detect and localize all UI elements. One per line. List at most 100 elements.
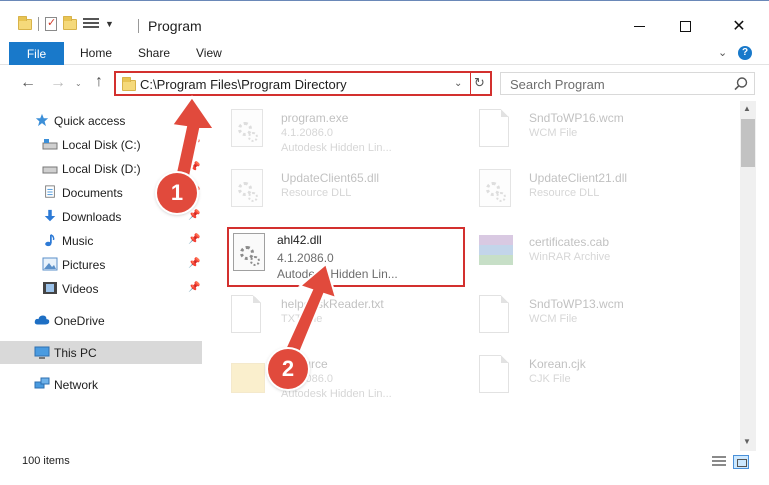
- file-name: UpdateClient65.dll: [281, 171, 380, 185]
- sidebar-item-label: Network: [54, 377, 99, 392]
- film-icon: [43, 282, 57, 294]
- view-options-icon[interactable]: [83, 18, 99, 30]
- sidebar-item-pictures[interactable]: Pictures 📌: [0, 253, 202, 276]
- file-tile-korean-cjk[interactable]: Korean.cjk CJK File: [473, 349, 713, 405]
- file-tile-updateclient65[interactable]: UpdateClient65.dll Resource DLL: [225, 163, 465, 219]
- file-type: WCM File: [529, 313, 578, 325]
- file-tile-sndtowp13[interactable]: SndToWP13.wcm WCM File: [473, 289, 713, 345]
- text-document-icon: [231, 295, 269, 339]
- ribbon: [0, 40, 769, 65]
- chevron-down-icon[interactable]: ⌄: [454, 78, 462, 89]
- chevron-down-icon[interactable]: ▼: [105, 19, 114, 29]
- address-path[interactable]: C:\Program Files\Program Directory: [140, 77, 347, 92]
- file-tile-program-exe[interactable]: program.exe 4.1.2086.0 Autodesk Hidden L…: [225, 103, 465, 159]
- refresh-icon[interactable]: ↻: [474, 75, 485, 91]
- file-name: Korean.cjk: [529, 357, 586, 371]
- folder-icon: [231, 355, 269, 399]
- address-bar[interactable]: C:\Program Files\Program Directory ⌄ ↻: [114, 71, 492, 96]
- pin-icon[interactable]: 📌: [188, 258, 200, 269]
- new-folder-icon[interactable]: [63, 15, 77, 30]
- file-name: SndToWP13.wcm: [529, 297, 624, 311]
- file-type: WinRAR Archive: [529, 251, 611, 263]
- callout-badge-1: 1: [157, 173, 197, 213]
- file-type: CJK File: [529, 373, 571, 385]
- details-view-icon[interactable]: [712, 456, 726, 468]
- sidebar-item-this-pc[interactable]: This PC: [0, 341, 202, 364]
- help-icon[interactable]: ?: [738, 46, 752, 60]
- close-icon: ✕: [732, 18, 746, 35]
- expand-ribbon-icon[interactable]: ⌄: [718, 46, 727, 59]
- document-icon: [479, 109, 517, 153]
- title-bar: ▼ Program ✕: [0, 0, 769, 40]
- tab-share[interactable]: Share: [138, 46, 170, 60]
- sidebar-item-label: OneDrive: [54, 313, 105, 328]
- cloud-icon: [34, 315, 50, 325]
- properties-icon[interactable]: [45, 16, 57, 31]
- drive-icon: [42, 139, 58, 150]
- file-tile-updateclient21[interactable]: UpdateClient21.dll Resource DLL: [473, 163, 713, 219]
- pictures-icon: [42, 257, 58, 271]
- star-icon: [35, 113, 49, 127]
- pin-icon[interactable]: 📌: [188, 234, 200, 245]
- sidebar-item-onedrive[interactable]: OneDrive: [0, 309, 202, 332]
- search-box[interactable]: Search Program: [500, 72, 755, 95]
- minimize-icon: [633, 25, 645, 27]
- tiles-view-icon[interactable]: [733, 455, 749, 469]
- application-icon: [231, 109, 269, 153]
- sidebar-item-network[interactable]: Network: [0, 373, 202, 396]
- documents-icon: [45, 185, 55, 198]
- maximize-icon: [679, 20, 691, 32]
- sidebar-item-label: Quick access: [54, 113, 126, 128]
- computer-icon: [34, 346, 50, 359]
- close-button[interactable]: ✕: [716, 11, 762, 41]
- vertical-scrollbar[interactable]: ▲ ▼: [740, 101, 756, 451]
- search-input[interactable]: Search Program: [510, 77, 605, 92]
- callout-badge-2: 2: [268, 349, 308, 389]
- minimize-button[interactable]: [616, 11, 662, 41]
- file-description: Autodesk Hidden Lin...: [281, 388, 392, 400]
- scroll-up-icon[interactable]: ▲: [743, 104, 751, 113]
- file-name: certificates.cab: [529, 235, 610, 249]
- file-name: UpdateClient21.dll: [529, 171, 628, 185]
- file-tile-certificates-cab[interactable]: certificates.cab WinRAR Archive: [473, 227, 713, 283]
- file-type: WCM File: [529, 127, 578, 139]
- item-count: 100 items: [22, 455, 70, 467]
- title-divider: [138, 19, 139, 33]
- sidebar-item-videos[interactable]: Videos 📌: [0, 277, 202, 300]
- winrar-archive-icon: [479, 233, 517, 277]
- tab-home[interactable]: Home: [80, 46, 112, 60]
- toolbar-divider: [38, 17, 39, 31]
- dll-gear-icon: [479, 169, 517, 213]
- scrollbar-thumb[interactable]: [741, 119, 755, 167]
- file-version: 4.1.2086.0: [281, 127, 333, 139]
- scroll-down-icon[interactable]: ▼: [743, 437, 751, 446]
- pin-icon[interactable]: 📌: [188, 210, 200, 221]
- music-note-icon: [45, 234, 55, 247]
- forward-arrow-icon[interactable]: →: [50, 74, 66, 92]
- sidebar-item-label: Documents: [62, 185, 123, 200]
- file-name: ahl42.dll: [277, 233, 322, 247]
- network-icon: [34, 377, 50, 389]
- drive-icon: [42, 166, 58, 174]
- sidebar-item-label: Videos: [62, 281, 99, 296]
- sidebar-item-music[interactable]: Music 📌: [0, 229, 202, 252]
- file-tile-sndtowp16[interactable]: SndToWP16.wcm WCM File: [473, 103, 713, 159]
- sidebar-item-label: Music: [62, 233, 94, 248]
- file-type: Resource DLL: [281, 187, 352, 199]
- back-arrow-icon[interactable]: ←: [20, 74, 36, 92]
- sidebar-item-label: This PC: [54, 345, 97, 360]
- file-type: Resource DLL: [529, 187, 600, 199]
- tab-view[interactable]: View: [196, 46, 222, 60]
- pin-icon[interactable]: 📌: [188, 282, 200, 293]
- up-arrow-icon[interactable]: ↑: [95, 73, 103, 91]
- search-icon[interactable]: [733, 76, 749, 92]
- quick-access-toolbar: ▼: [18, 15, 114, 31]
- sidebar-item-label: Pictures: [62, 257, 106, 272]
- dll-gear-icon: [231, 169, 269, 213]
- tab-file[interactable]: File: [9, 42, 64, 65]
- window-title: Program: [148, 18, 202, 34]
- folder-icon[interactable]: [18, 15, 32, 30]
- sidebar-item-label: Local Disk (D:): [62, 161, 141, 176]
- maximize-button[interactable]: [662, 11, 708, 41]
- recent-locations-icon[interactable]: ⌄: [75, 79, 82, 88]
